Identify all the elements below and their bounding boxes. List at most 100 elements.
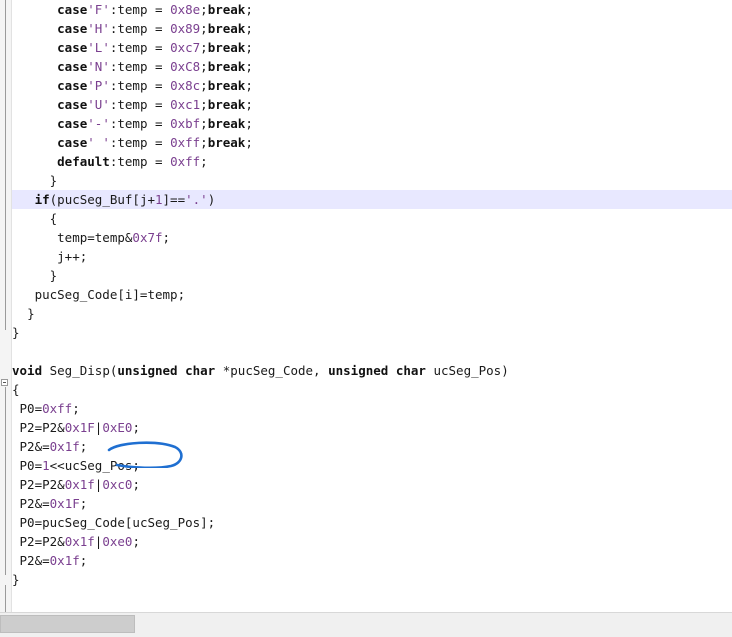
code-line[interactable]: case' ':temp = 0xff;break; xyxy=(12,133,732,152)
fold-toggle-icon[interactable] xyxy=(1,379,8,386)
code-token: case xyxy=(57,59,88,74)
code-token: break xyxy=(207,40,246,55)
code-line[interactable]: if(pucSeg_Buf[j+1]=='.') xyxy=(12,190,732,209)
code-token: 0x1F xyxy=(64,420,95,435)
code-line[interactable]: case'-':temp = 0xbf;break; xyxy=(12,114,732,133)
code-line[interactable]: case'N':temp = 0xC8;break; xyxy=(12,57,732,76)
code-line[interactable]: P0=pucSeg_Code[ucSeg_Pos]; xyxy=(12,513,732,532)
code-token: ; xyxy=(245,40,253,55)
fold-guide-line xyxy=(5,387,6,575)
code-line[interactable]: case'F':temp = 0x8e;break; xyxy=(12,0,732,19)
code-token: Seg_Disp( xyxy=(42,363,118,378)
code-line[interactable]: P2=P2&0x1f|0xe0; xyxy=(12,532,732,551)
code-token: :temp = xyxy=(109,116,171,131)
code-line[interactable]: case'L':temp = 0xc7;break; xyxy=(12,38,732,57)
code-token: break xyxy=(207,21,246,36)
scrollbar-thumb[interactable] xyxy=(0,615,135,633)
code-token: 0xff xyxy=(42,401,73,416)
code-line[interactable]: P2=P2&0x1f|0xc0; xyxy=(12,475,732,494)
code-token: :temp = xyxy=(109,97,171,112)
code-line[interactable]: case'H':temp = 0x89;break; xyxy=(12,19,732,38)
code-token: case xyxy=(57,2,88,17)
code-token: unsigned char xyxy=(117,363,216,378)
code-token: 1 xyxy=(155,192,163,207)
code-token: ; xyxy=(245,59,253,74)
code-token: ; xyxy=(245,97,253,112)
code-token: ; xyxy=(79,553,88,568)
code-token: :temp = xyxy=(109,40,171,55)
code-line[interactable]: case'P':temp = 0x8c;break; xyxy=(12,76,732,95)
code-token: ; xyxy=(132,477,140,492)
code-line[interactable]: P0=0xff; xyxy=(12,399,732,418)
code-token: P2&= xyxy=(19,553,50,568)
code-token: case xyxy=(57,97,88,112)
code-token: :temp = xyxy=(109,21,171,36)
code-token: unsigned char xyxy=(328,363,426,378)
code-token: case xyxy=(57,116,88,131)
code-line[interactable]: } xyxy=(12,570,732,589)
code-token: ; xyxy=(245,78,253,93)
code-token: j++; xyxy=(57,249,88,264)
horizontal-scrollbar[interactable] xyxy=(0,612,732,637)
code-token: } xyxy=(27,306,35,321)
code-token: :temp = xyxy=(109,2,171,17)
code-line[interactable]: } xyxy=(12,171,732,190)
code-line[interactable]: P2&=0x1f; xyxy=(12,437,732,456)
code-token: 0xbf xyxy=(170,116,201,131)
code-line[interactable]: void Seg_Disp(unsigned char *pucSeg_Code… xyxy=(12,361,732,380)
code-token: } xyxy=(49,268,58,283)
code-line[interactable]: P2=P2&0x1F|0xE0; xyxy=(12,418,732,437)
code-token: { xyxy=(49,211,58,226)
code-line[interactable] xyxy=(12,342,732,361)
code-token: 'L' xyxy=(87,40,110,55)
code-token: P2&= xyxy=(19,496,50,511)
code-token: break xyxy=(207,97,246,112)
code-editor[interactable]: case'F':temp = 0x8e;break; case'H':temp … xyxy=(0,0,732,612)
code-line[interactable]: } xyxy=(12,304,732,323)
code-token: { xyxy=(12,382,20,397)
code-token: 'P' xyxy=(87,78,110,93)
code-line[interactable]: { xyxy=(12,380,732,399)
code-line[interactable]: } xyxy=(12,266,732,285)
code-token: 0x89 xyxy=(170,21,201,36)
code-token: :temp = xyxy=(109,59,171,74)
code-token: } xyxy=(12,325,20,340)
code-token: 0xc0 xyxy=(102,477,133,492)
code-token: ' ' xyxy=(87,135,110,150)
code-token: 0x1f xyxy=(64,477,95,492)
code-token: 'U' xyxy=(87,97,110,112)
code-token: ]== xyxy=(162,192,186,207)
code-token: ; xyxy=(72,401,80,416)
code-line[interactable]: P2&=0x1F; xyxy=(12,494,732,513)
code-token: 0xff xyxy=(170,154,201,169)
code-token: case xyxy=(57,40,88,55)
code-token: *pucSeg_Code, xyxy=(215,363,329,378)
code-token: ; xyxy=(200,135,208,150)
code-line[interactable]: { xyxy=(12,209,732,228)
code-line[interactable]: case'U':temp = 0xc1;break; xyxy=(12,95,732,114)
code-token: ; xyxy=(200,154,208,169)
code-token: :temp = xyxy=(109,78,171,93)
code-line[interactable]: default:temp = 0xff; xyxy=(12,152,732,171)
code-token: P0= xyxy=(19,458,43,473)
code-token: ; xyxy=(245,135,253,150)
code-token: ; xyxy=(200,97,208,112)
code-line[interactable]: pucSeg_Code[i]=temp; xyxy=(12,285,732,304)
code-token: (pucSeg_Buf[j+ xyxy=(49,192,155,207)
code-line[interactable]: temp=temp&0x7f; xyxy=(12,228,732,247)
code-line[interactable]: j++; xyxy=(12,247,732,266)
code-line[interactable]: } xyxy=(12,323,732,342)
code-line[interactable]: P2&=0x1f; xyxy=(12,551,732,570)
code-line[interactable]: P0=1<<ucSeg_Pos; xyxy=(12,456,732,475)
code-token: 0x8e xyxy=(170,2,201,17)
